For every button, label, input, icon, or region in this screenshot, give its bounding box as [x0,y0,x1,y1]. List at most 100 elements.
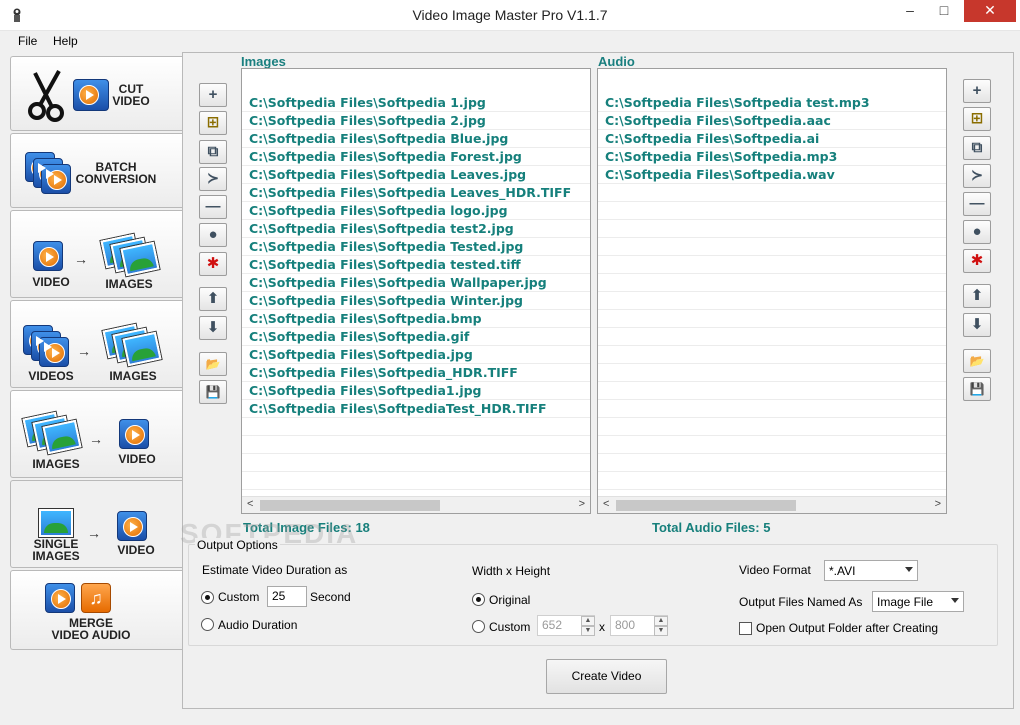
list-item[interactable]: C:\Softpedia Files\Softpedia test.mp3 [598,94,946,112]
list-item[interactable]: C:\Softpedia Files\Softpedia 1.jpg [242,94,590,112]
list-item[interactable]: C:\Softpedia Files\Softpedia.bmp [242,310,590,328]
list-item[interactable] [598,454,946,472]
list-item[interactable] [598,202,946,220]
menu-file[interactable]: File [18,34,37,48]
list-item[interactable]: C:\Softpedia Files\SoftpediaTest_HDR.TIF… [242,400,590,418]
list-item[interactable]: C:\Softpedia Files\Softpedia Leaves_HDR.… [242,184,590,202]
list-item[interactable]: C:\Softpedia Files\Softpedia.wav [598,166,946,184]
list-item[interactable] [598,184,946,202]
list-item[interactable]: C:\Softpedia Files\Softpedia.ai [598,130,946,148]
images-select-button[interactable]: ● [199,223,227,247]
custom-size-radio[interactable] [472,620,485,633]
list-item[interactable] [242,454,590,472]
video-format-select[interactable]: *.AVI [824,560,918,581]
custom-duration-input[interactable]: 25 [267,586,307,607]
video-icon [117,511,147,541]
list-item[interactable]: C:\Softpedia Files\Softpedia Tested.jpg [242,238,590,256]
create-video-button[interactable]: Create Video [546,659,667,694]
list-item[interactable] [598,400,946,418]
list-item[interactable] [598,472,946,490]
audio-duplicate-button[interactable]: ⧉ [963,136,991,160]
list-item[interactable] [598,238,946,256]
images-add-folder-button[interactable]: ⊞ [199,111,227,135]
audio-remove-button[interactable]: — [963,192,991,216]
list-item[interactable] [598,436,946,454]
list-item[interactable]: C:\Softpedia Files\Softpedia.mp3 [598,148,946,166]
list-item[interactable]: C:\Softpedia Files\Softpedia_HDR.TIFF [242,364,590,382]
list-item[interactable]: C:\Softpedia Files\Softpedia Forest.jpg [242,148,590,166]
audio-hscroll[interactable]: < > [598,496,946,513]
list-item[interactable]: C:\Softpedia Files\Softpedia.gif [242,328,590,346]
images-hscroll[interactable]: < > [242,496,590,513]
list-item[interactable]: C:\Softpedia Files\Softpedia.jpg [242,346,590,364]
images-add-file-button[interactable]: + [199,83,227,107]
minus-icon: — [969,195,985,212]
video-icon [45,583,75,613]
audio-save-list-button[interactable]: 💾 [963,377,991,401]
list-item[interactable] [598,220,946,238]
images-duplicate-button[interactable]: ⧉ [199,140,227,164]
list-item[interactable]: C:\Softpedia Files\Softpedia Wallpaper.j… [242,274,590,292]
list-item[interactable]: C:\Softpedia Files\Softpedia test2.jpg [242,220,590,238]
list-item[interactable] [598,310,946,328]
tab-merge-video-audio[interactable]: ♫ MERGE VIDEO AUDIO [10,570,182,650]
list-item[interactable]: C:\Softpedia Files\Softpedia tested.tiff [242,256,590,274]
minimize-button[interactable]: – [894,0,926,22]
audio-move-up-button[interactable]: ⬆ [963,284,991,308]
list-item[interactable]: C:\Softpedia Files\Softpedia Winter.jpg [242,292,590,310]
tab-videos-to-images[interactable]: → VIDEOS IMAGES [10,300,182,388]
tab-images-to-video[interactable]: → IMAGES VIDEO [10,390,182,478]
list-item[interactable]: C:\Softpedia Files\Softpedia logo.jpg [242,202,590,220]
audio-add-folder-button[interactable]: ⊞ [963,107,991,131]
images-remove-button[interactable]: — [199,195,227,219]
list-item[interactable] [242,436,590,454]
close-button[interactable]: ✕ [964,0,1016,22]
menu-help[interactable]: Help [53,34,78,48]
audio-select-button[interactable]: ● [963,220,991,244]
width-spin-up[interactable]: ▲ [581,616,595,626]
tab-cut-video[interactable]: CUT VIDEO [10,56,182,131]
list-item[interactable]: C:\Softpedia Files\Softpedia.aac [598,112,946,130]
tab-label: IMAGES [105,277,153,291]
tab-label: IMAGES [32,457,80,471]
maximize-button[interactable]: □ [928,0,960,22]
original-size-radio[interactable] [472,593,485,606]
list-item[interactable] [242,418,590,436]
images-open-list-button[interactable]: 📂 [199,352,227,376]
list-item[interactable] [598,364,946,382]
tab-batch-conversion[interactable]: BATCH CONVERSION [10,133,182,208]
list-item[interactable]: C:\Softpedia Files\Softpedia1.jpg [242,382,590,400]
images-clear-all-button[interactable]: ✱ [199,252,227,276]
audio-open-list-button[interactable]: 📂 [963,349,991,373]
audio-list[interactable]: C:\Softpedia Files\Softpedia test.mp3 C:\… [597,68,947,514]
images-save-list-button[interactable]: 💾 [199,380,227,404]
list-item[interactable] [598,328,946,346]
images-insert-button[interactable]: ≻ [199,167,227,191]
open-folder-checkbox[interactable] [739,622,752,635]
height-spin-down[interactable]: ▼ [654,626,668,636]
list-item[interactable] [598,418,946,436]
list-item[interactable]: C:\Softpedia Files\Softpedia Leaves.jpg [242,166,590,184]
list-item[interactable] [242,472,590,490]
list-item[interactable] [598,346,946,364]
list-item[interactable]: C:\Softpedia Files\Softpedia 2.jpg [242,112,590,130]
images-move-up-button[interactable]: ⬆ [199,287,227,311]
list-item[interactable] [598,274,946,292]
output-named-select[interactable]: Image File [872,591,964,612]
audio-duration-radio[interactable] [201,618,214,631]
audio-insert-button[interactable]: ≻ [963,164,991,188]
list-item[interactable] [598,256,946,274]
audio-clear-all-button[interactable]: ✱ [963,249,991,273]
tab-video-to-images[interactable]: → VIDEO IMAGES [10,210,182,298]
custom-duration-radio[interactable] [201,591,214,604]
width-spin-down[interactable]: ▼ [581,626,595,636]
audio-move-down-button[interactable]: ⬇ [963,313,991,337]
list-item[interactable] [598,382,946,400]
list-item[interactable]: C:\Softpedia Files\Softpedia Blue.jpg [242,130,590,148]
images-move-down-button[interactable]: ⬇ [199,316,227,340]
list-item[interactable] [598,292,946,310]
height-spin-up[interactable]: ▲ [654,616,668,626]
images-list[interactable]: C:\Softpedia Files\Softpedia 1.jpg C:\Sof… [241,68,591,514]
tab-single-images-to-video[interactable]: → SINGLE IMAGES VIDEO [10,480,182,568]
audio-add-file-button[interactable]: + [963,79,991,103]
